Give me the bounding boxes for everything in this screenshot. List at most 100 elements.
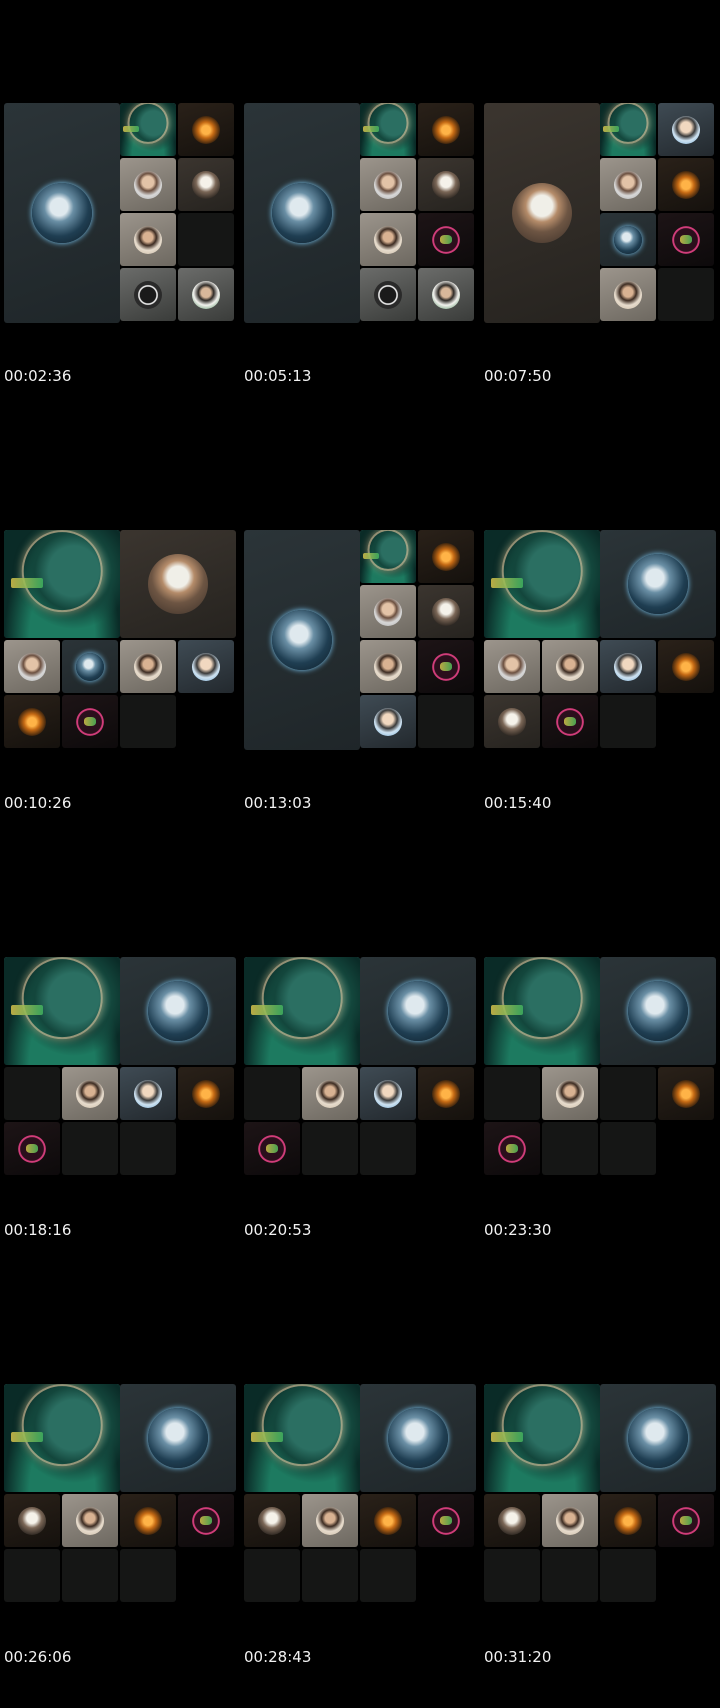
participant-tile[interactable] [120, 640, 176, 693]
participant-tile[interactable] [658, 640, 714, 693]
participant-tile[interactable] [120, 1067, 176, 1120]
participant-tile[interactable] [484, 695, 540, 748]
participant-grid [484, 530, 716, 750]
frame-timestamp: 00:13:03 [244, 794, 312, 812]
participant-tile[interactable] [418, 530, 474, 583]
participant-tile[interactable] [120, 213, 176, 266]
participant-tile[interactable] [244, 1494, 300, 1547]
participant-tile[interactable] [600, 1384, 716, 1492]
participant-tile[interactable] [302, 1494, 358, 1547]
participant-tile[interactable] [360, 103, 416, 156]
participant-tile[interactable] [484, 957, 600, 1065]
participant-tile[interactable] [360, 640, 416, 693]
bearded-avatar [374, 652, 402, 681]
participant-tile[interactable] [600, 103, 656, 156]
participant-tile[interactable] [4, 1494, 60, 1547]
participant-tile[interactable] [4, 957, 120, 1065]
participant-tile[interactable] [4, 640, 60, 693]
participant-tile[interactable] [600, 640, 656, 693]
participant-tile[interactable] [418, 640, 474, 693]
participant-tile[interactable] [484, 530, 600, 638]
participant-tile[interactable] [62, 1494, 118, 1547]
participant-tile[interactable] [360, 1384, 476, 1492]
participant-tile[interactable] [4, 103, 120, 323]
participant-tile[interactable] [600, 213, 656, 266]
participant-tile[interactable] [120, 1384, 236, 1492]
participant-tile[interactable] [244, 530, 360, 750]
participant-tile[interactable] [600, 530, 716, 638]
frame-timestamp: 00:20:53 [244, 1221, 312, 1239]
participant-tile[interactable] [484, 1122, 540, 1175]
participant-tile[interactable] [178, 158, 234, 211]
participant-tile[interactable] [178, 640, 234, 693]
participant-tile[interactable] [484, 1384, 600, 1492]
participant-tile[interactable] [542, 1494, 598, 1547]
participant-tile[interactable] [244, 1122, 300, 1175]
participant-tile[interactable] [4, 530, 120, 638]
participant-tile[interactable] [120, 1494, 176, 1547]
participant-tile[interactable] [360, 957, 476, 1065]
participant-tile[interactable] [600, 158, 656, 211]
participant-tile[interactable] [360, 213, 416, 266]
participant-tile[interactable] [62, 695, 118, 748]
participant-tile[interactable] [658, 103, 714, 156]
participant-tile[interactable] [120, 530, 236, 638]
participant-tile[interactable] [244, 103, 360, 323]
participant-tile[interactable] [418, 1494, 474, 1547]
participant-tile[interactable] [178, 103, 234, 156]
participant-tile[interactable] [484, 103, 600, 323]
participant-tile[interactable] [360, 585, 416, 638]
participant-tile[interactable] [600, 957, 716, 1065]
participant-tile[interactable] [360, 695, 416, 748]
participant-tile[interactable] [360, 1067, 416, 1120]
participant-tile[interactable] [542, 1067, 598, 1120]
participant-tile[interactable] [418, 103, 474, 156]
participant-tile[interactable] [542, 640, 598, 693]
participant-tile[interactable] [542, 695, 598, 748]
participant-tile[interactable] [62, 1067, 118, 1120]
face-avatar [498, 652, 526, 681]
participant-tile[interactable] [244, 957, 360, 1065]
empty-tile [4, 1549, 60, 1602]
participant-tile[interactable] [418, 1067, 474, 1120]
participant-tile[interactable] [658, 1067, 714, 1120]
participant-tile[interactable] [360, 268, 416, 321]
participant-tile[interactable] [4, 1122, 60, 1175]
participant-tile[interactable] [244, 1384, 360, 1492]
participant-tile[interactable] [4, 1384, 120, 1492]
participant-tile[interactable] [302, 1067, 358, 1120]
participant-tile[interactable] [120, 158, 176, 211]
participant-tile[interactable] [120, 268, 176, 321]
participant-tile[interactable] [360, 1494, 416, 1547]
participant-tile[interactable] [120, 103, 176, 156]
participant-tile[interactable] [120, 957, 236, 1065]
participant-tile[interactable] [418, 158, 474, 211]
participant-tile[interactable] [600, 268, 656, 321]
participant-tile[interactable] [418, 268, 474, 321]
video-frame: 00:13:03 [240, 427, 480, 854]
bearded-avatar [134, 652, 162, 681]
participant-tile[interactable] [178, 268, 234, 321]
participant-tile[interactable] [484, 640, 540, 693]
participant-tile[interactable] [360, 530, 416, 583]
participant-tile[interactable] [62, 640, 118, 693]
calligraphy-graphic [490, 1431, 524, 1443]
empty-tile [120, 1122, 176, 1175]
orange-avatar [18, 707, 46, 736]
participant-tile[interactable] [178, 1067, 234, 1120]
participant-tile[interactable] [600, 1494, 656, 1547]
participant-tile[interactable] [4, 695, 60, 748]
participant-tile[interactable] [658, 1494, 714, 1547]
portrait-avatar [614, 652, 642, 681]
participant-tile[interactable] [658, 158, 714, 211]
participant-tile[interactable] [418, 213, 474, 266]
frame-timestamp: 00:07:50 [484, 367, 552, 385]
participant-tile[interactable] [484, 1494, 540, 1547]
participant-tile[interactable] [360, 158, 416, 211]
participant-tile[interactable] [418, 585, 474, 638]
bearded-avatar [556, 652, 584, 681]
halo-ring [607, 103, 649, 145]
turban-avatar [258, 1506, 286, 1535]
participant-tile[interactable] [178, 1494, 234, 1547]
participant-tile[interactable] [658, 213, 714, 266]
